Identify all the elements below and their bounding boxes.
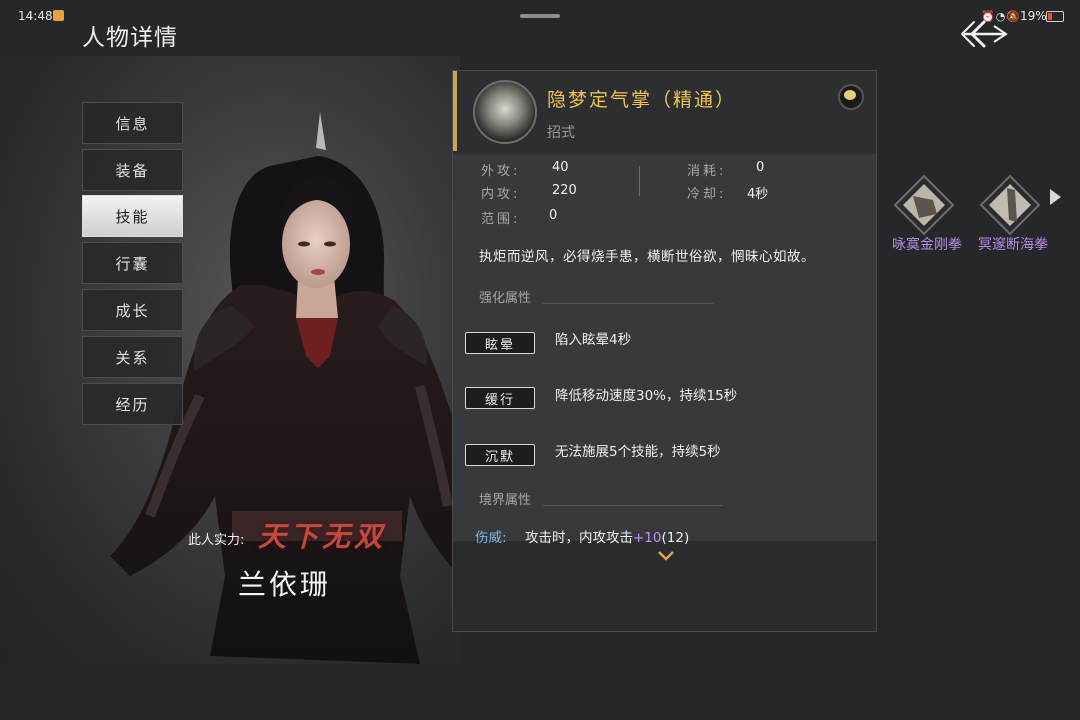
gesture-bar[interactable]: [520, 14, 560, 18]
inner-attack-value: 220: [552, 183, 577, 198]
range-value: 0: [549, 208, 558, 223]
character-name: 兰依珊: [238, 568, 332, 601]
realm-attribute-desc: 攻击时，内攻攻击+10(12): [525, 526, 689, 546]
cost-value: 0: [756, 160, 765, 175]
menu-bag-button[interactable]: 行囊: [82, 242, 183, 284]
outer-attack-value: 40: [552, 160, 569, 175]
enhance-section-title: 强化属性: [479, 291, 532, 306]
strength-prefix: 此人实力:: [188, 533, 245, 548]
cooldown-value: 4秒: [747, 187, 769, 202]
menu-history-button[interactable]: 经历: [82, 383, 183, 425]
effect-slow-tag: 缓行: [465, 387, 535, 409]
inner-attack-label: 内攻:: [481, 187, 521, 202]
skill-type: 招式: [547, 125, 575, 141]
realm-attribute-name: 伤威:: [475, 530, 507, 546]
chevron-down-icon[interactable]: [658, 551, 674, 561]
menu-info-button[interactable]: 信息: [82, 102, 183, 144]
header-accent-bar: [453, 71, 457, 151]
menu-skills-button[interactable]: 技能: [82, 195, 183, 237]
enhance-divider: [543, 303, 713, 304]
notification-icon: [53, 10, 64, 21]
character-portrait: [0, 56, 460, 664]
back-arrow-icon: [961, 20, 1008, 48]
vajra-fist-skill-icon[interactable]: [893, 174, 955, 236]
menu-relations-button[interactable]: 关系: [82, 336, 183, 378]
realm-desc-text: 攻击时，内攻攻击: [525, 530, 633, 546]
menu-growth-button[interactable]: 成长: [82, 289, 183, 331]
strength-rank: 天下无双: [258, 520, 387, 553]
back-button[interactable]: [954, 14, 1010, 54]
range-label: 范围:: [481, 212, 521, 227]
status-time: 14:48: [18, 9, 53, 23]
coin-icon-inner: [844, 90, 856, 100]
next-arrow-icon[interactable]: [1048, 188, 1062, 206]
skill-description: 执炬而逆风，必得烧手患，横断世俗欲，惘昧心如故。: [479, 249, 815, 265]
cooldown-label: 冷却:: [687, 187, 727, 202]
stat-divider: [639, 166, 640, 196]
effect-silence-tag: 沉默: [465, 444, 535, 466]
battery-level: [1048, 13, 1052, 20]
skill-name: 隐梦定气掌（精通）: [547, 89, 737, 111]
effect-silence-desc: 无法施展5个技能，持续5秒: [555, 444, 721, 460]
vajra-fist-label: 咏寞金刚拳: [892, 237, 962, 253]
realm-divider: [543, 505, 723, 506]
realm-bonus: +10: [633, 530, 662, 546]
realm-total: (12): [661, 530, 690, 546]
sea-breaker-fist-skill-icon[interactable]: [979, 174, 1041, 236]
menu-equipment-button[interactable]: 装备: [82, 149, 183, 191]
battery-percent: 19%: [1020, 9, 1047, 23]
character-illustration: [110, 112, 460, 664]
skill-detail-panel: 隐梦定气掌（精通） 招式 外攻: 40 内攻: 220 范围: 0 消耗: 0 …: [452, 70, 877, 632]
effect-slow-desc: 降低移动速度30%，持续15秒: [555, 388, 738, 404]
sea-breaker-fist-label: 冥邃断海拳: [978, 237, 1048, 253]
page-title: 人物详情: [82, 25, 178, 51]
palm-skill-icon: [473, 80, 537, 144]
outer-attack-label: 外攻:: [481, 164, 521, 179]
effect-stun-desc: 陷入眩晕4秒: [555, 332, 632, 348]
cost-label: 消耗:: [687, 164, 727, 179]
realm-section-title: 境界属性: [479, 493, 532, 508]
effect-stun-tag: 眩晕: [465, 332, 535, 354]
